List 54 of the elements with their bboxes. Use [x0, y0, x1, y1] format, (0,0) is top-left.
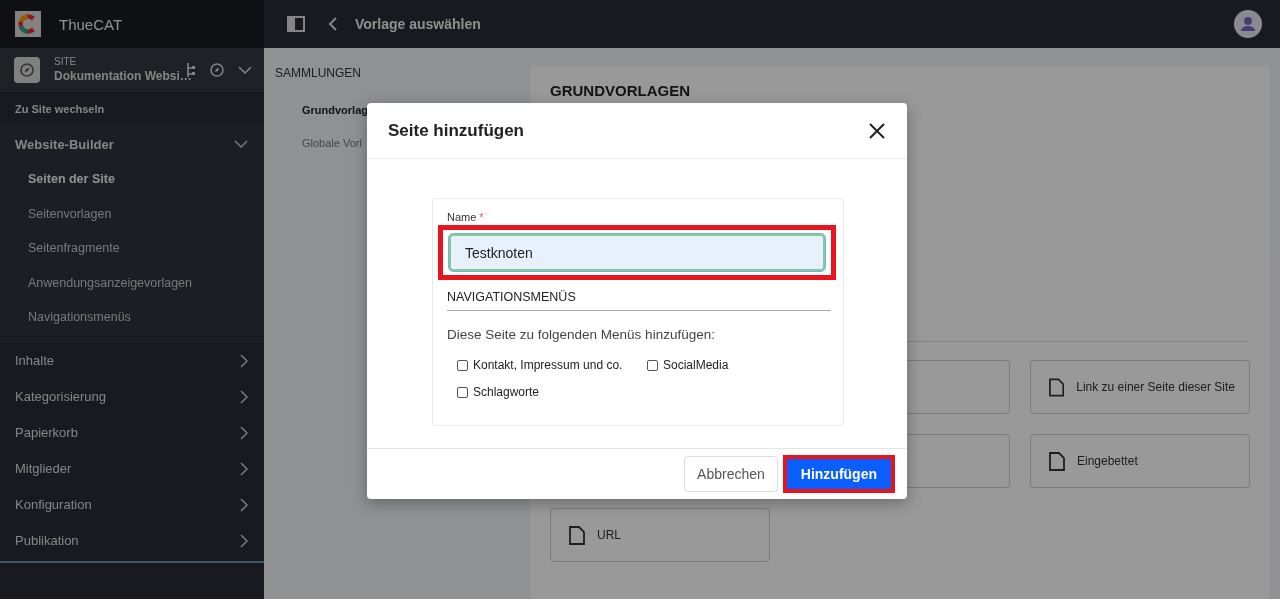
- checkbox[interactable]: [457, 386, 468, 398]
- sidebar-item[interactable]: Navigationsmenüs: [0, 300, 264, 335]
- chevron-right-icon: [240, 533, 248, 548]
- checkbox-label: SocialMedia: [663, 358, 729, 372]
- sidebar-section[interactable]: Kategorisierung: [0, 378, 264, 415]
- checkbox[interactable]: [647, 359, 658, 371]
- intro-text: Diese Seite zu folgenden Menüs hinzufügen:: [447, 327, 716, 342]
- sidebar-item[interactable]: Seiten der Site: [0, 162, 264, 197]
- checkbox-label: Schlagworte: [473, 385, 540, 399]
- page-title: Vorlage auswählen: [355, 16, 481, 32]
- page-icon: [1049, 451, 1065, 471]
- site-name: Dokumentation Websi…: [54, 67, 192, 84]
- sidebar-section[interactable]: Mitglieder: [0, 450, 264, 487]
- site-label: SITE: [54, 56, 78, 68]
- sidebar-section[interactable]: Papierkorb: [0, 414, 264, 451]
- field-label: Name: [447, 211, 477, 223]
- chevron-right-icon: [240, 389, 248, 404]
- chevron-right-icon: [240, 353, 248, 368]
- add-button[interactable]: Hinzufügen: [786, 459, 891, 489]
- close-icon[interactable]: [869, 122, 885, 139]
- logo-icon: [15, 11, 41, 37]
- avatar-icon[interactable]: [1234, 10, 1262, 38]
- sidebar-section[interactable]: Konfiguration: [0, 486, 264, 523]
- cancel-button[interactable]: Abbrechen: [684, 456, 778, 492]
- template-card[interactable]: Link zu einer Seite dieser Site: [1030, 360, 1250, 414]
- templates-heading: GRUNDVORLAGEN: [550, 82, 691, 99]
- checkbox-label: Kontakt, Impressum und co.: [473, 358, 623, 372]
- sidebar-item[interactable]: Anwendungsanzeigevorlagen: [0, 265, 264, 300]
- name-field[interactable]: Testknoten: [449, 234, 825, 271]
- sidebar-section[interactable]: Website-Builder: [0, 126, 264, 162]
- section-title: NAVIGATIONSMENÜS: [447, 280, 831, 311]
- page-icon: [569, 525, 585, 545]
- sidebar-item[interactable]: Seitenvorlagen: [0, 196, 264, 231]
- sidebar-section[interactable]: Publikation: [0, 522, 264, 559]
- back-icon[interactable]: [327, 16, 339, 32]
- sidebar-toggle-icon[interactable]: [287, 16, 305, 32]
- collections-heading: SAMMLUNGEN: [275, 66, 362, 80]
- compass-icon[interactable]: [210, 63, 224, 77]
- page-icon: [1049, 377, 1065, 397]
- chevron-right-icon: [240, 425, 248, 440]
- dialog-title: Seite hinzufügen: [388, 120, 524, 141]
- chevron-down-icon[interactable]: [238, 66, 252, 74]
- template-card[interactable]: URL: [550, 508, 770, 562]
- sidebar-item[interactable]: Seitenfragmente: [0, 231, 264, 266]
- sidebar-section[interactable]: Inhalte: [0, 342, 264, 379]
- required-mark: *: [479, 211, 484, 223]
- checkbox[interactable]: [457, 359, 468, 371]
- chevron-down-icon: [234, 140, 248, 148]
- app-name: ThueCAT: [59, 15, 123, 33]
- template-card[interactable]: Eingebettet: [1030, 434, 1250, 488]
- chevron-right-icon: [240, 497, 248, 512]
- chevron-right-icon: [240, 461, 248, 476]
- switch-site-link[interactable]: Zu Site wechseln: [0, 92, 264, 126]
- compass-icon: [14, 57, 40, 83]
